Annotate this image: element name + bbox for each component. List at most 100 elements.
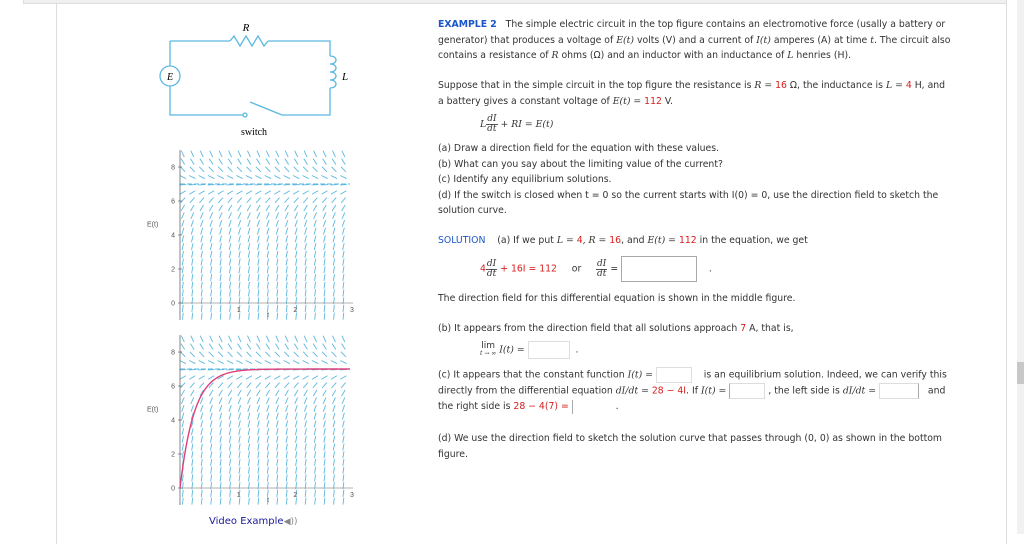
- direction-arrow: [248, 436, 249, 443]
- intro-text: contains a resistance of: [438, 50, 552, 61]
- direction-arrow: [239, 474, 240, 481]
- direction-arrow: [229, 266, 230, 273]
- direction-arrow: [285, 397, 288, 403]
- direction-arrow: [181, 212, 184, 218]
- direction-arrow: [218, 191, 224, 195]
- direction-arrow: [277, 251, 278, 258]
- direction-arrow: [284, 376, 290, 380]
- direction-arrow: [229, 436, 230, 443]
- frac-den: dt: [487, 125, 496, 134]
- direction-arrow: [324, 467, 325, 474]
- direction-arrow: [275, 159, 279, 165]
- direction-arrow: [286, 467, 287, 474]
- equilibrium-answer-input[interactable]: [656, 367, 692, 383]
- direction-arrow: [286, 459, 287, 466]
- rhs-answer-input[interactable]: [572, 400, 607, 414]
- direction-arrow: [255, 191, 261, 195]
- direction-arrow: [267, 251, 268, 258]
- direction-arrow: [315, 282, 316, 289]
- direction-arrow: [248, 282, 249, 289]
- y-tick-label: 0: [171, 486, 175, 493]
- direction-arrow: [211, 313, 212, 320]
- direction-arrow: [191, 220, 193, 227]
- direction-arrow: [258, 289, 259, 296]
- direction-arrow: [305, 266, 306, 273]
- direction-arrow: [211, 282, 212, 289]
- direction-arrow: [305, 305, 306, 312]
- direction-arrow: [246, 191, 252, 195]
- direction-arrow: [201, 451, 202, 458]
- intro-text: . The circuit also: [874, 35, 950, 46]
- direction-arrow: [209, 159, 213, 165]
- direction-arrow: [220, 413, 222, 420]
- lhs-answer-input[interactable]: [879, 383, 919, 399]
- direction-arrow: [277, 444, 278, 451]
- switch-lever: [250, 102, 282, 115]
- direction-arrow: [343, 282, 344, 289]
- direction-arrow: [277, 305, 278, 312]
- direction-arrow: [276, 336, 279, 342]
- direction-arrow: [340, 376, 346, 380]
- direction-arrow: [324, 259, 325, 266]
- suppose-paragraph: Suppose that in the simple circuit in th…: [438, 78, 993, 109]
- direction-arrow: [208, 191, 214, 195]
- direction-arrow: [315, 305, 316, 312]
- direction-arrow: [333, 451, 334, 458]
- direction-arrow: [267, 444, 268, 451]
- lim-label: lim: [481, 342, 495, 350]
- direction-arrow: [220, 436, 221, 443]
- direction-arrow: [296, 274, 297, 281]
- dIdt-answer-input[interactable]: [621, 256, 697, 282]
- direction-arrow: [191, 235, 193, 242]
- direction-field-solution-chart: 02468123tE(t): [145, 330, 360, 510]
- sol-text: (c) It appears that the constant functio…: [438, 370, 628, 381]
- direction-arrow: [324, 243, 326, 250]
- direction-arrow: [201, 313, 202, 320]
- direction-arrow: [296, 451, 297, 458]
- direction-arrow: [343, 459, 344, 466]
- switch-label: switch: [241, 127, 267, 138]
- direction-arrow: [305, 474, 306, 481]
- direction-arrow: [286, 413, 288, 420]
- direction-arrow: [220, 274, 221, 281]
- direction-arrow: [219, 220, 221, 227]
- direction-arrow: [201, 474, 202, 481]
- if-I-answer-input[interactable]: [729, 383, 765, 399]
- limit-answer-input[interactable]: [528, 341, 570, 359]
- direction-arrow: [200, 151, 203, 157]
- direction-arrow: [286, 220, 288, 227]
- direction-arrow: [294, 198, 299, 203]
- direction-arrow: [343, 313, 344, 320]
- direction-arrow: [295, 243, 297, 250]
- direction-arrow: [201, 282, 202, 289]
- direction-arrow: [322, 352, 327, 357]
- direction-arrow: [182, 228, 184, 235]
- suppose-var: L =: [886, 80, 906, 91]
- scrollbar-thumb[interactable]: [1017, 362, 1024, 384]
- direction-arrow: [230, 467, 231, 474]
- direction-arrow: [230, 289, 231, 296]
- direction-arrow: [239, 420, 241, 427]
- direction-arrow: [277, 259, 278, 266]
- direction-arrow: [286, 436, 287, 443]
- direction-arrow: [286, 451, 287, 458]
- direction-arrow: [324, 444, 325, 451]
- solution-a: SOLUTION (a) If we put L = 4, R = 16, an…: [438, 233, 993, 249]
- direction-arrow: [210, 397, 213, 403]
- direction-arrow: [332, 336, 335, 342]
- direction-arrow: [248, 212, 251, 218]
- direction-arrow: [201, 228, 203, 235]
- direction-arrow: [296, 459, 297, 466]
- direction-arrow: [332, 159, 336, 165]
- direction-arrow: [238, 205, 242, 211]
- video-example-link[interactable]: Video Example◀)): [209, 516, 298, 527]
- direction-arrow: [258, 436, 259, 443]
- direction-arrow: [314, 243, 316, 250]
- direction-arrow: [265, 361, 271, 364]
- direction-arrow: [239, 251, 240, 258]
- direction-arrow: [219, 405, 221, 412]
- direction-arrow: [295, 251, 296, 258]
- direction-arrow: [189, 176, 195, 179]
- de-value: 28 − 4I: [652, 386, 686, 397]
- direction-arrow: [314, 235, 316, 242]
